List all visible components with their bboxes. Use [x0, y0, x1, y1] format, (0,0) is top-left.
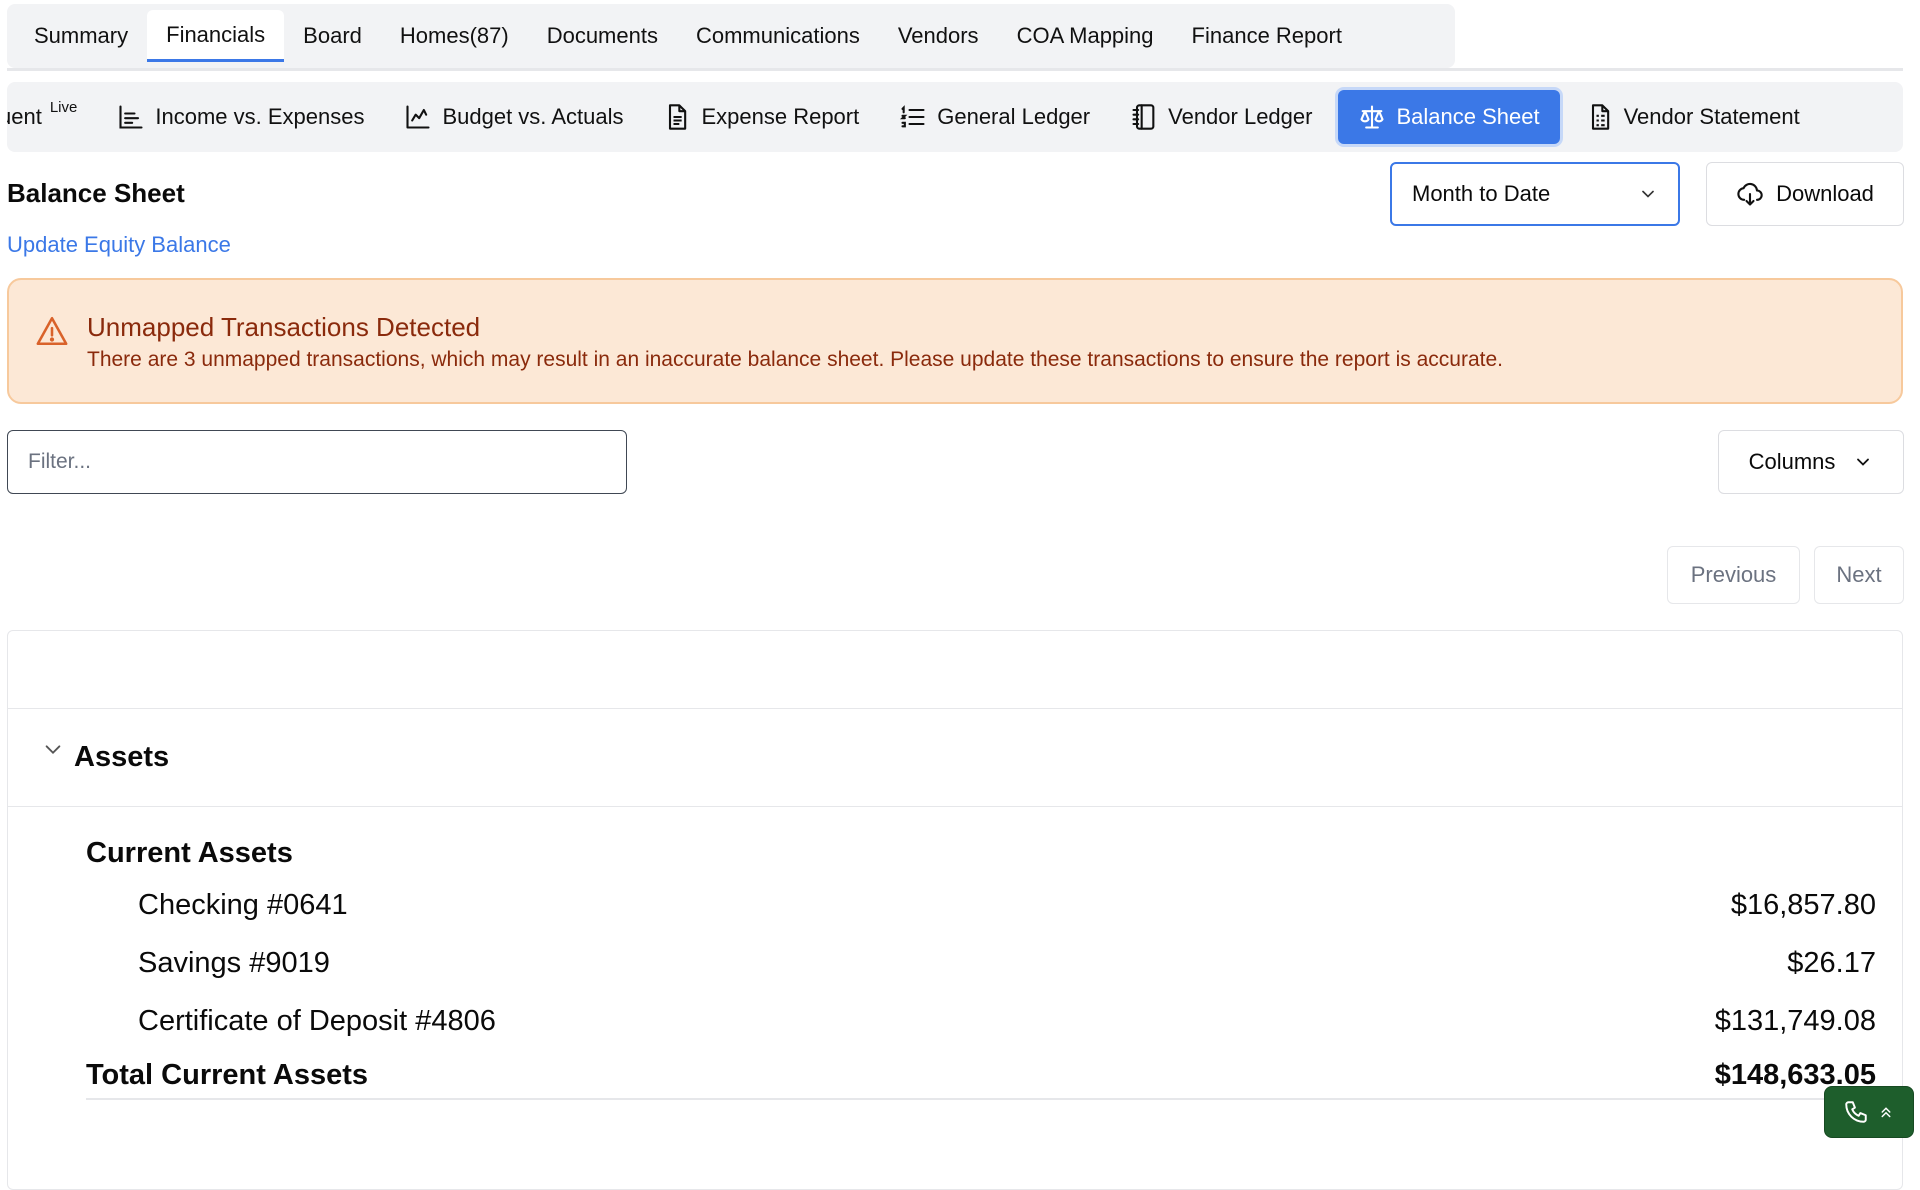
sub-tab-budget-vs-actuals[interactable]: Budget vs. Actuals [384, 90, 643, 144]
tab-homes[interactable]: Homes(87) [381, 10, 528, 62]
top-tab-divider [7, 68, 1903, 71]
sub-tab-vendor-ledger[interactable]: Vendor Ledger [1110, 90, 1332, 144]
sub-tab-label: Vendor Ledger [1168, 104, 1313, 129]
chevron-down-icon [1857, 458, 1870, 466]
sub-tab-label: Income vs. Expenses [155, 104, 365, 129]
total-divider [86, 1098, 1878, 1100]
account-name: Savings #9019 [138, 947, 330, 979]
double-chevron-up-icon [1881, 1107, 1891, 1118]
update-equity-balance-link[interactable]: Update Equity Balance [7, 232, 231, 258]
sub-tab-label: Balance Sheet [1396, 104, 1540, 129]
phone-icon [1845, 1101, 1867, 1123]
sub-tab-label: General Ledger [937, 104, 1091, 129]
notebook-icon [1132, 104, 1155, 130]
sub-tab-general-ledger[interactable]: General Ledger [879, 90, 1110, 144]
alert-title: Unmapped Transactions Detected [87, 312, 481, 342]
sub-tab-partial-label: uent [7, 104, 42, 129]
next-button[interactable]: Next [1814, 546, 1904, 604]
account-amount: $26.17 [1787, 947, 1876, 979]
account-name: Certificate of Deposit #4806 [138, 1005, 496, 1037]
sub-tab-balance-sheet[interactable]: Balance Sheet [1338, 90, 1560, 144]
period-select-value: Month to Date [1412, 181, 1551, 206]
columns-button[interactable]: Columns [1718, 430, 1904, 494]
section-label: Assets [74, 741, 170, 773]
top-tab-bar: Summary Financials Board Homes(87) Docum… [7, 4, 1455, 68]
tab-board[interactable]: Board [284, 10, 381, 62]
statement-icon [1591, 104, 1609, 130]
total-label: Total Current Assets [86, 1059, 368, 1091]
sub-tab-partial[interactable]: uent Live [7, 90, 97, 144]
sub-tab-income-vs-expenses[interactable]: Income vs. Expenses [97, 90, 384, 144]
balance-sheet-table: Assets Current Assets Checking #0641 $16… [7, 630, 1903, 1190]
account-name: Checking #0641 [138, 889, 348, 921]
period-select[interactable]: Month to Date [1390, 162, 1680, 226]
table-header [8, 631, 1902, 709]
download-label: Download [1776, 181, 1874, 206]
unmapped-transactions-alert: Unmapped Transactions Detected There are… [7, 278, 1903, 404]
sub-tab-expense-report[interactable]: Expense Report [643, 90, 879, 144]
columns-label: Columns [1748, 449, 1836, 474]
cloud-download-icon [1737, 182, 1763, 206]
tab-coa-mapping[interactable]: COA Mapping [998, 10, 1173, 62]
tab-documents[interactable]: Documents [528, 10, 677, 62]
filter-input[interactable] [7, 430, 627, 494]
tab-summary[interactable]: Summary [15, 10, 147, 62]
live-badge: Live [49, 98, 78, 116]
group-label: Current Assets [86, 837, 293, 869]
account-amount: $16,857.80 [1730, 889, 1876, 921]
alert-message: There are 3 unmapped transactions, which… [87, 348, 1503, 371]
section-row-assets[interactable]: Assets [8, 709, 1902, 807]
account-amount: $131,749.08 [1714, 1005, 1876, 1037]
call-widget[interactable] [1824, 1086, 1914, 1138]
axis-chart-icon [119, 105, 143, 129]
sub-tab-label: Expense Report [701, 104, 860, 129]
tab-finance-report[interactable]: Finance Report [1173, 10, 1361, 62]
list-icon [900, 105, 925, 128]
download-button[interactable]: Download [1706, 162, 1904, 226]
sub-tab-label: Vendor Statement [1623, 104, 1800, 129]
sub-tab-label: Budget vs. Actuals [442, 104, 624, 129]
document-icon [669, 104, 687, 130]
line-chart-icon [406, 105, 431, 129]
scale-icon [1360, 105, 1385, 129]
tab-vendors[interactable]: Vendors [879, 10, 998, 62]
sub-tab-vendor-statement[interactable]: Vendor Statement [1566, 90, 1820, 144]
warning-icon [36, 316, 68, 346]
chevron-down-icon[interactable] [42, 739, 64, 761]
tab-communications[interactable]: Communications [677, 10, 879, 62]
chevron-down-icon [1642, 190, 1654, 198]
previous-button[interactable]: Previous [1667, 546, 1800, 604]
page-title: Balance Sheet [7, 178, 185, 208]
tab-financials[interactable]: Financials [147, 10, 285, 62]
report-tab-bar: uent Live Income vs. Expenses Budget vs.… [7, 82, 1903, 152]
